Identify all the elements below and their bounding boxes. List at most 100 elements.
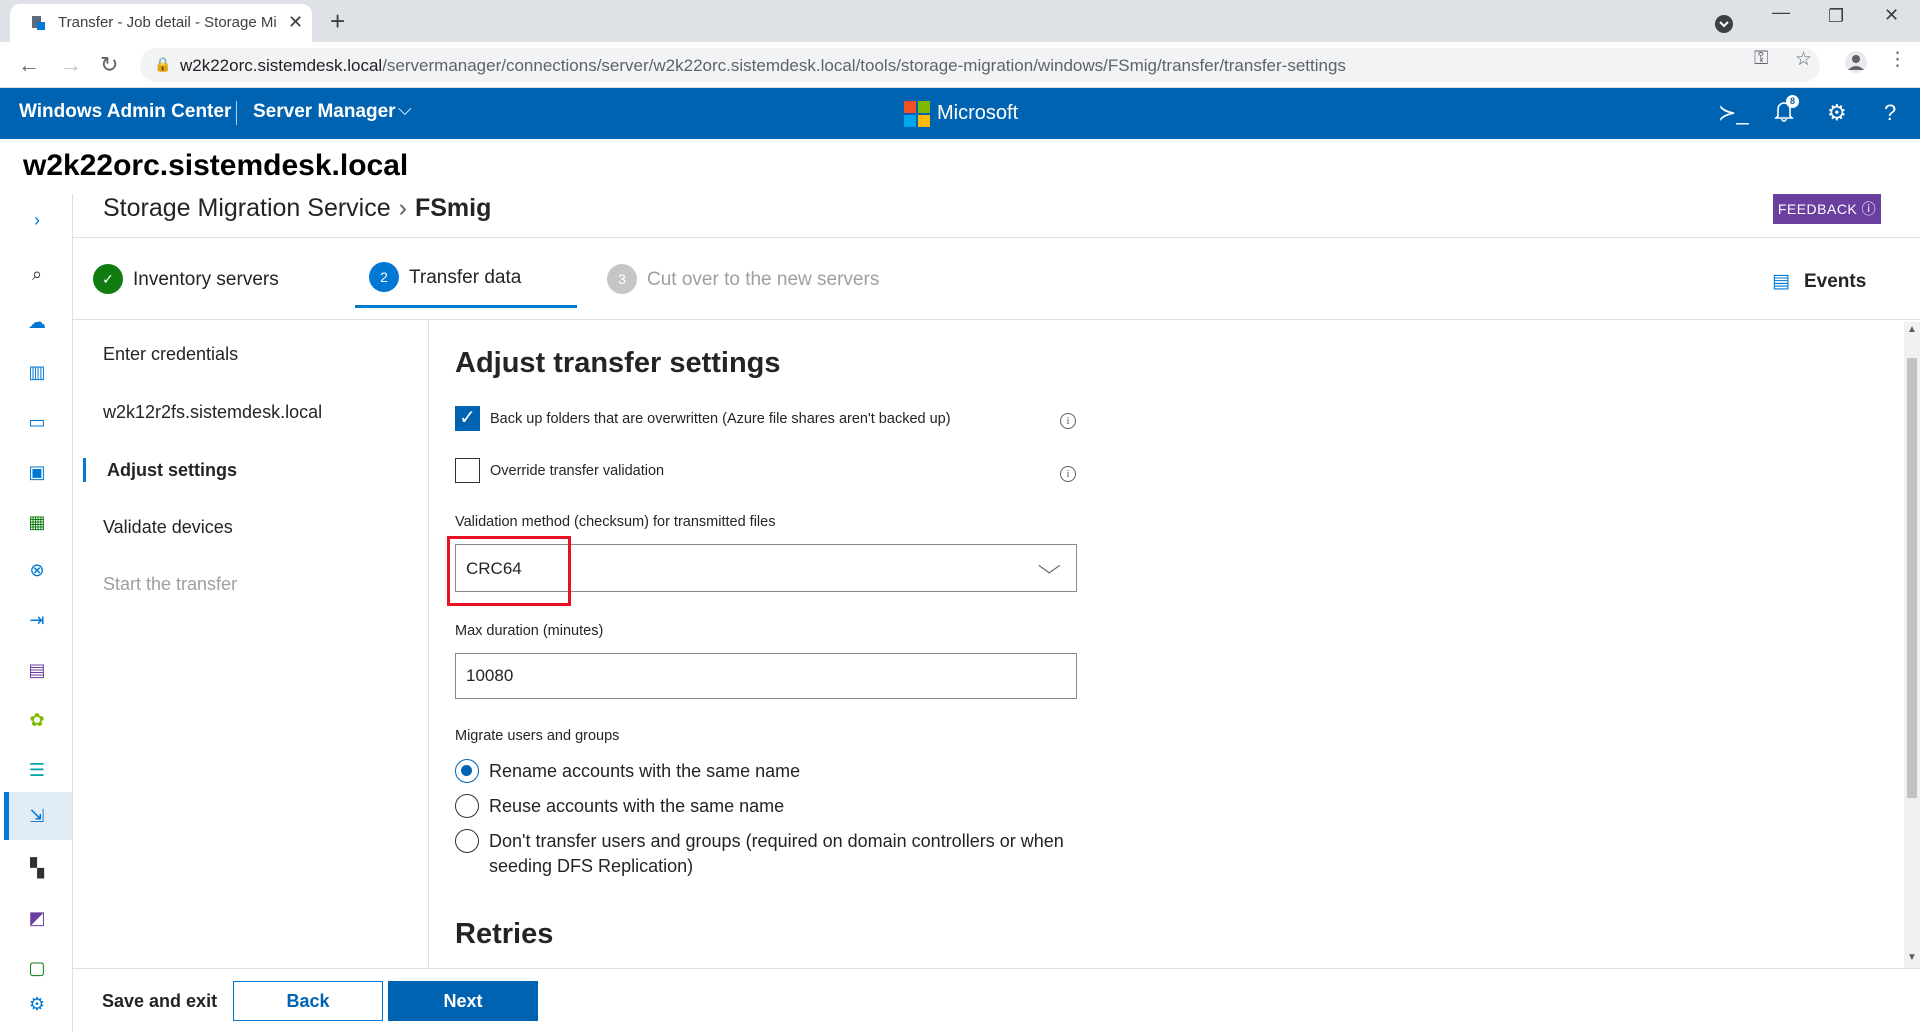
url-text: w2k22orc.sistemdesk.local/servermanager/… xyxy=(180,56,1346,76)
microsoft-label: Microsoft xyxy=(937,102,1019,124)
radio-rename-label: Rename accounts with the same name xyxy=(489,761,801,781)
validation-method-label: Validation method (checksum) for transmi… xyxy=(455,514,776,530)
apps-icon[interactable]: ▦ xyxy=(24,512,50,534)
step-label: Transfer data xyxy=(409,267,522,288)
breadcrumb: Storage Migration Service › FSmig xyxy=(103,194,491,223)
tab-title: Transfer - Job detail - Storage Mi xyxy=(58,14,277,31)
reload-icon[interactable]: ↻ xyxy=(100,52,118,78)
step-label: Inventory servers xyxy=(133,269,279,290)
monitor-icon[interactable]: ▢ xyxy=(24,958,50,980)
scroll-down-icon[interactable]: ▼ xyxy=(1907,952,1917,963)
step-number: 2 xyxy=(369,262,399,292)
max-duration-label: Max duration (minutes) xyxy=(455,623,604,639)
tools-rail: › ⌕ ☁ ▥ ▭ ▣ ▦ ⊗ ⇥ ▤ ✿ ☰ ⇲ ▚ ◩ ▢ ⚙ xyxy=(0,194,73,1032)
chevron-down-icon[interactable]: ⌵ xyxy=(398,99,412,120)
close-tab-icon[interactable]: ✕ xyxy=(288,12,303,33)
scroll-up-icon[interactable]: ▲ xyxy=(1907,324,1917,335)
radio-dont-transfer[interactable] xyxy=(455,829,479,853)
save-and-exit-link[interactable]: Save and exit xyxy=(102,991,217,1012)
subnav-enter-credentials[interactable]: Enter credentials xyxy=(103,344,238,365)
calendar-icon[interactable]: ▤ xyxy=(24,660,50,682)
back-arrow-icon[interactable]: ← xyxy=(18,52,40,78)
chevron-down-icon: ⌵ xyxy=(1037,553,1062,578)
events-button[interactable]: ▤ Events xyxy=(1772,270,1866,293)
gear-icon[interactable]: ⚙ xyxy=(1827,100,1847,126)
override-validation-checkbox[interactable] xyxy=(455,458,480,483)
checkmark-icon: ✓ xyxy=(93,264,123,294)
subnav-adjust-settings[interactable]: Adjust settings xyxy=(107,460,237,481)
account-icon[interactable] xyxy=(1844,48,1868,80)
dashboard-icon[interactable]: ▣ xyxy=(24,462,50,484)
url-path: /servermanager/connections/server/w2k22o… xyxy=(382,56,1346,75)
subnav-source-server[interactable]: w2k12r2fs.sistemdesk.local xyxy=(103,402,322,423)
settings-panel: Adjust transfer settings ✓ Back up folde… xyxy=(430,320,1900,968)
network-icon[interactable]: ⊗ xyxy=(24,560,50,582)
minimize-icon[interactable]: — xyxy=(1772,2,1790,23)
lock-icon: 🔒 xyxy=(154,56,172,72)
info-icon[interactable]: i xyxy=(1060,413,1076,429)
backup-checkbox[interactable]: ✓ xyxy=(455,406,480,431)
url-host: w2k22orc.sistemdesk.local xyxy=(180,56,383,75)
settings-icon[interactable]: ⚙ xyxy=(24,994,50,1016)
console-icon[interactable]: ▭ xyxy=(24,412,50,434)
browser-tab-bar: Transfer - Job detail - Storage Mi ✕ + —… xyxy=(0,0,1920,42)
browser-tab[interactable]: Transfer - Job detail - Storage Mi ✕ xyxy=(10,4,312,42)
restore-icon[interactable]: ❐ xyxy=(1828,6,1844,27)
feedback-label: FEEDBACK xyxy=(1777,201,1858,217)
radio-reuse-label: Reuse accounts with the same name xyxy=(489,796,785,816)
profile-menu-icon[interactable] xyxy=(1714,6,1734,39)
analytics-icon[interactable]: ◩ xyxy=(24,908,50,930)
server-favicon-icon xyxy=(32,16,45,30)
wizard-subnav: Enter credentials w2k12r2fs.sistemdesk.l… xyxy=(73,320,429,968)
gear-sync-icon[interactable]: ✿ xyxy=(24,710,50,732)
scrollbar-thumb[interactable] xyxy=(1907,358,1917,798)
header-divider xyxy=(236,101,237,125)
brand-title[interactable]: Windows Admin Center xyxy=(19,101,231,123)
search-icon[interactable]: ⌕ xyxy=(24,264,50,286)
radio-rename-accounts[interactable] xyxy=(455,759,479,783)
step-label: Cut over to the new servers xyxy=(647,269,880,290)
notification-count-badge: 8 xyxy=(1786,95,1799,108)
new-tab-icon[interactable]: + xyxy=(330,6,345,37)
document-list-icon: ▤ xyxy=(1772,271,1790,292)
radio-dont-transfer-label: Don't transfer users and groups (require… xyxy=(489,831,1064,876)
active-subnav-marker xyxy=(83,458,86,482)
solution-switcher[interactable]: Server Manager xyxy=(253,101,396,123)
content-scrollbar[interactable]: ▲ ▼ xyxy=(1904,322,1920,968)
url-field[interactable]: 🔒 w2k22orc.sistemdesk.local/servermanage… xyxy=(140,48,1820,82)
expand-icon[interactable]: › xyxy=(24,210,50,232)
address-bar: ← → ↻ 🔒 w2k22orc.sistemdesk.local/server… xyxy=(0,42,1920,88)
breadcrumb-parent[interactable]: Storage Migration Service xyxy=(103,194,391,222)
backup-checkbox-label: Back up folders that are overwritten (Az… xyxy=(490,411,951,427)
powershell-icon[interactable]: ≻_ xyxy=(1718,100,1749,126)
subnav-validate-devices[interactable]: Validate devices xyxy=(103,517,233,538)
azure-icon[interactable]: ☁ xyxy=(24,312,50,334)
max-duration-input[interactable] xyxy=(455,653,1077,699)
storage-icon[interactable]: ☰ xyxy=(24,760,50,782)
server-name-title: w2k22orc.sistemdesk.local xyxy=(23,149,409,182)
replica-icon[interactable]: ▚ xyxy=(24,858,50,880)
divider xyxy=(73,237,1920,238)
section-title: Adjust transfer settings xyxy=(455,347,781,379)
breadcrumb-current: FSmig xyxy=(414,194,492,222)
import-icon[interactable]: ⇥ xyxy=(24,610,50,632)
help-icon[interactable]: ? xyxy=(1884,100,1896,126)
override-validation-label: Override transfer validation xyxy=(490,463,665,479)
forward-arrow-icon[interactable]: → xyxy=(60,52,82,78)
step-number: 3 xyxy=(607,264,637,294)
highlight-annotation-box xyxy=(447,536,571,606)
active-tool-indicator xyxy=(4,792,9,840)
back-button[interactable]: Back xyxy=(233,981,383,1021)
next-button[interactable]: Next xyxy=(388,981,538,1021)
wac-header: Windows Admin Center Server Manager ⌵ Mi… xyxy=(0,88,1920,139)
migration-icon[interactable]: ⇲ xyxy=(24,806,50,828)
info-icon[interactable]: i xyxy=(1060,466,1076,482)
radio-reuse-accounts[interactable] xyxy=(455,794,479,818)
key-icon[interactable]: ⚿ xyxy=(1754,48,1768,70)
feedback-button[interactable]: FEEDBACK ⓘ xyxy=(1773,194,1881,224)
chart-icon[interactable]: ▥ xyxy=(24,362,50,384)
close-window-icon[interactable]: ✕ xyxy=(1884,5,1899,26)
kebab-menu-icon[interactable]: ⋮ xyxy=(1888,48,1907,71)
star-icon[interactable]: ☆ xyxy=(1795,48,1812,71)
retries-title: Retries xyxy=(455,918,554,950)
